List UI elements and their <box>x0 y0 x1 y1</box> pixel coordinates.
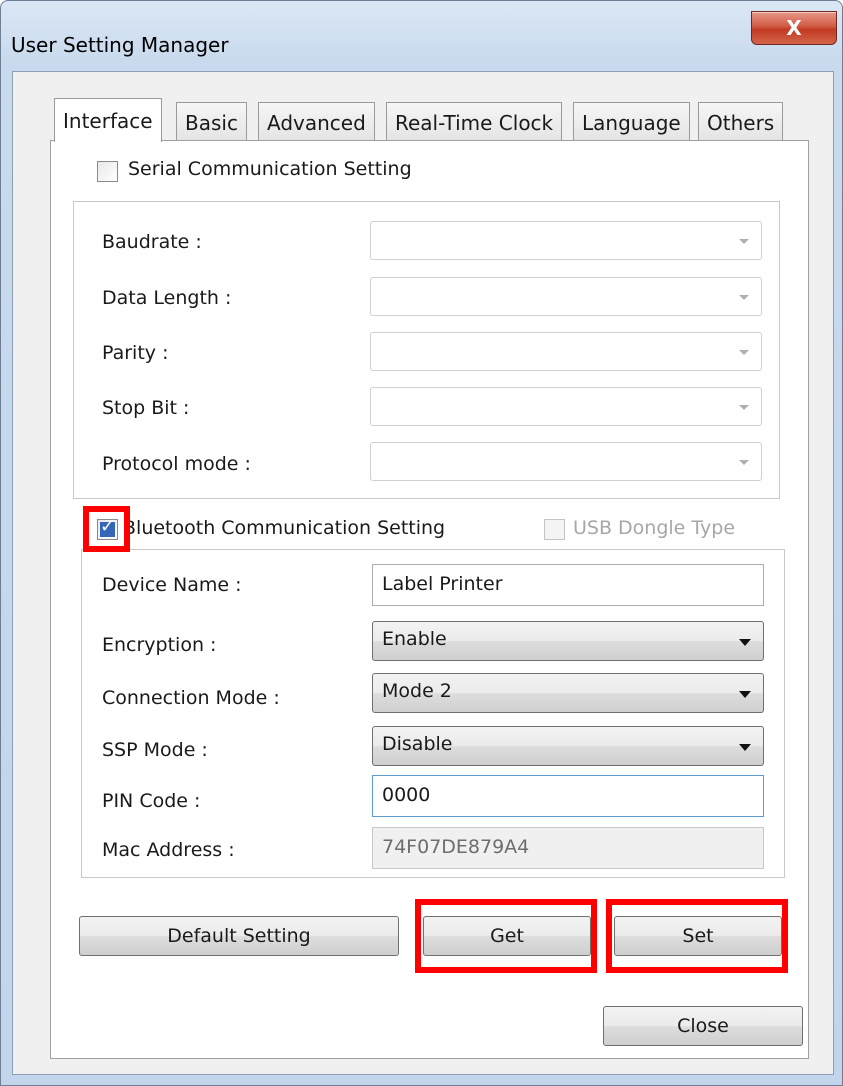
highlight-box-bluetooth-checkbox <box>83 506 130 552</box>
tab-real-time-clock[interactable]: Real-Time Clock <box>386 102 563 141</box>
ssp-mode-select-value: Disable <box>382 733 453 755</box>
connection-mode-select[interactable]: Mode 2 <box>372 673 764 713</box>
chevron-down-icon <box>739 744 751 751</box>
encryption-select-value: Enable <box>382 628 447 650</box>
encryption-label: Encryption : <box>102 634 217 656</box>
tab-basic[interactable]: Basic <box>176 102 247 141</box>
chevron-down-icon <box>739 295 749 300</box>
chevron-down-icon <box>739 405 749 410</box>
bluetooth-communication-label: Bluetooth Communication Setting <box>123 517 446 539</box>
mac-address-field: 74F07DE879A4 <box>372 827 764 869</box>
usb-dongle-checkbox[interactable] <box>544 519 565 540</box>
tab-advanced[interactable]: Advanced <box>258 102 375 141</box>
parity-select[interactable] <box>370 332 762 371</box>
stop-bit-label: Stop Bit : <box>102 397 190 419</box>
tab-interface[interactable]: Interface <box>54 98 162 142</box>
ssp-mode-label: SSP Mode : <box>102 739 208 761</box>
ssp-mode-select[interactable]: Disable <box>372 726 764 766</box>
default-setting-button[interactable]: Default Setting <box>79 916 399 956</box>
pin-code-field[interactable]: 0000 <box>372 775 764 817</box>
chevron-down-icon <box>739 639 751 646</box>
baudrate-select[interactable] <box>370 221 762 260</box>
window-close-icon[interactable]: X <box>751 11 837 45</box>
encryption-select[interactable]: Enable <box>372 621 764 661</box>
serial-communication-label: Serial Communication Setting <box>128 158 412 180</box>
protocol-mode-select[interactable] <box>370 442 762 481</box>
tab-others[interactable]: Others <box>698 102 784 141</box>
stop-bit-select[interactable] <box>370 387 762 426</box>
device-name-label: Device Name : <box>102 574 242 596</box>
tab-language[interactable]: Language <box>573 102 690 141</box>
data-length-label: Data Length : <box>102 287 232 309</box>
data-length-select[interactable] <box>370 277 762 316</box>
baudrate-label: Baudrate : <box>102 231 202 253</box>
chevron-down-icon <box>739 691 751 698</box>
close-button[interactable]: Close <box>603 1006 803 1046</box>
chevron-down-icon <box>739 239 749 244</box>
chevron-down-icon <box>739 350 749 355</box>
highlight-box-get-button <box>415 899 597 973</box>
parity-label: Parity : <box>102 342 169 364</box>
user-setting-manager-window: User Setting Manager X Interface Basic A… <box>0 0 843 1086</box>
connection-mode-label: Connection Mode : <box>102 687 280 709</box>
highlight-box-set-button <box>606 899 788 973</box>
window-title: User Setting Manager <box>11 33 229 57</box>
protocol-mode-label: Protocol mode : <box>102 453 251 475</box>
pin-code-label: PIN Code : <box>102 790 201 812</box>
connection-mode-select-value: Mode 2 <box>382 680 452 702</box>
chevron-down-icon <box>739 460 749 465</box>
mac-address-label: Mac Address : <box>102 839 235 861</box>
serial-communication-checkbox[interactable] <box>97 161 118 182</box>
device-name-field[interactable]: Label Printer <box>372 564 764 606</box>
usb-dongle-label: USB Dongle Type <box>573 517 736 539</box>
